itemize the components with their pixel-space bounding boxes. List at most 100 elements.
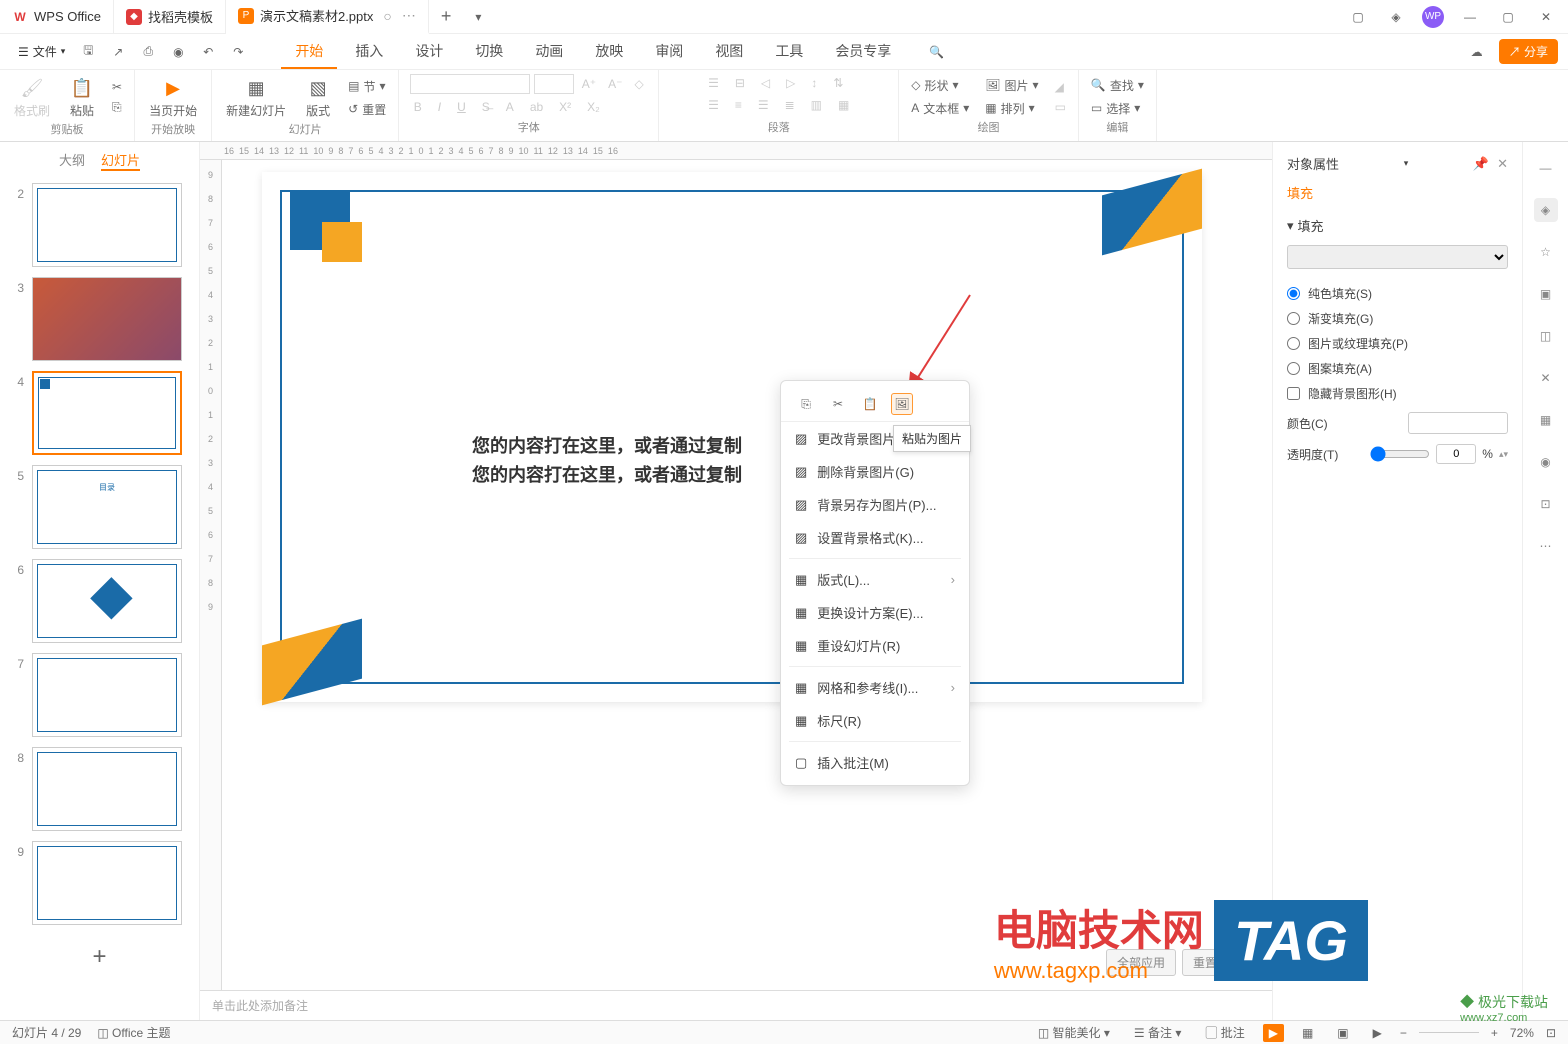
zoom-in-icon[interactable]: + bbox=[1491, 1026, 1498, 1040]
cube-icon[interactable]: ◈ bbox=[1384, 5, 1408, 29]
tab-close-icon[interactable]: ⋯ bbox=[402, 7, 416, 24]
sorter-view-icon[interactable]: ▦ bbox=[1296, 1024, 1319, 1042]
select-button[interactable]: ▭ 选择 ▾ bbox=[1087, 98, 1148, 119]
search-icon[interactable]: 🔍 bbox=[929, 45, 944, 59]
layout-button[interactable]: ▧版式 bbox=[300, 74, 336, 121]
pin-icon[interactable]: 📌 bbox=[1473, 156, 1489, 172]
slides-tab[interactable]: 幻灯片 bbox=[101, 150, 140, 171]
subscript-icon[interactable]: X₂ bbox=[583, 98, 604, 116]
save-icon[interactable]: 🖫 bbox=[77, 41, 99, 63]
bullets-icon[interactable]: ☰ bbox=[704, 74, 723, 92]
new-tab-button[interactable]: + bbox=[429, 6, 464, 27]
user-avatar[interactable]: WP bbox=[1422, 6, 1444, 28]
format-brush-button[interactable]: 🖌格式刷 bbox=[8, 74, 56, 121]
indent-inc-icon[interactable]: ▷ bbox=[782, 74, 799, 92]
redo-icon[interactable]: ↷ bbox=[227, 41, 249, 63]
close-panel-icon[interactable]: ✕ bbox=[1497, 156, 1508, 172]
reset-button[interactable]: ↺ 重置 bbox=[344, 99, 390, 120]
ctx-layout[interactable]: ▦版式(L)...› bbox=[781, 563, 969, 596]
font-size[interactable] bbox=[534, 74, 574, 94]
normal-view-icon[interactable]: ▶ bbox=[1263, 1024, 1284, 1042]
ctx-delete-bg[interactable]: ▨删除背景图片(G) bbox=[781, 455, 969, 488]
tool-template-icon[interactable]: ◫ bbox=[1534, 324, 1558, 348]
superscript-icon[interactable]: X² bbox=[555, 98, 575, 116]
paste-as-image-icon[interactable]: 🖼 bbox=[891, 393, 913, 415]
zoom-level[interactable]: 72% bbox=[1510, 1026, 1534, 1040]
text-align-icon[interactable]: ▦ bbox=[834, 96, 853, 114]
stepper-icon[interactable]: ▴▾ bbox=[1499, 449, 1508, 460]
line-spacing-icon[interactable]: ↕ bbox=[807, 74, 821, 92]
numbering-icon[interactable]: ⊟ bbox=[731, 74, 749, 92]
justify-icon[interactable]: ≣ bbox=[781, 96, 799, 114]
slide-thumb[interactable] bbox=[32, 277, 182, 361]
print-icon[interactable]: ⎙ bbox=[137, 41, 159, 63]
picture-fill-radio[interactable]: 图片或纹理填充(P) bbox=[1287, 335, 1508, 352]
slide-thumb[interactable] bbox=[32, 559, 182, 643]
menu-tab-start[interactable]: 开始 bbox=[281, 35, 337, 69]
slide-thumb[interactable] bbox=[32, 747, 182, 831]
font-color-icon[interactable]: A bbox=[502, 98, 518, 116]
maximize-button[interactable]: ▢ bbox=[1496, 5, 1520, 29]
panel-icon[interactable]: ▢ bbox=[1346, 5, 1370, 29]
indent-dec-icon[interactable]: ◁ bbox=[757, 74, 774, 92]
highlight-icon[interactable]: ab bbox=[526, 98, 547, 116]
opacity-value[interactable] bbox=[1436, 444, 1476, 464]
more-icon[interactable]: ⋯ bbox=[1534, 534, 1558, 558]
file-menu[interactable]: ☰ 文件 ▾ bbox=[10, 39, 73, 64]
collapse-icon[interactable]: — bbox=[1534, 156, 1558, 180]
slideshow-icon[interactable]: ▶ bbox=[1367, 1024, 1388, 1042]
notes-button[interactable]: ☰ 备注 ▾ bbox=[1128, 1022, 1187, 1043]
bold-icon[interactable]: B bbox=[410, 98, 426, 116]
opacity-slider[interactable] bbox=[1370, 446, 1430, 462]
outline-tab[interactable]: 大纲 bbox=[59, 150, 85, 171]
menu-tab-slideshow[interactable]: 放映 bbox=[581, 35, 637, 69]
zoom-out-icon[interactable]: − bbox=[1400, 1026, 1407, 1040]
slide-editor[interactable]: 您的内容打在这里，或者通过复制 您的内容打在这里，或者通过复制 bbox=[222, 160, 1272, 990]
paste-button[interactable]: 📋粘贴 bbox=[64, 74, 100, 121]
cloud-icon[interactable]: ☁ bbox=[1465, 40, 1489, 64]
tab-wps-home[interactable]: W WPS Office bbox=[0, 0, 114, 34]
cut-icon[interactable]: ✂ bbox=[827, 393, 849, 415]
increase-font-icon[interactable]: A⁺ bbox=[578, 75, 600, 93]
align-center-icon[interactable]: ≡ bbox=[731, 96, 746, 114]
reset-bg-button[interactable]: 重置背景 bbox=[1182, 949, 1252, 976]
menu-tab-member[interactable]: 会员专享 bbox=[821, 35, 905, 69]
slide-thumb[interactable] bbox=[32, 841, 182, 925]
ctx-format-bg[interactable]: ▨设置背景格式(K)... bbox=[781, 521, 969, 554]
add-slide-button[interactable]: + bbox=[10, 935, 189, 979]
underline-icon[interactable]: U bbox=[453, 98, 470, 116]
menu-tab-review[interactable]: 审阅 bbox=[641, 35, 697, 69]
menu-tab-design[interactable]: 设计 bbox=[401, 35, 457, 69]
current-slide[interactable]: 您的内容打在这里，或者通过复制 您的内容打在这里，或者通过复制 bbox=[262, 172, 1202, 702]
picture-button[interactable]: 🖼 图片 ▾ bbox=[981, 75, 1042, 96]
ctx-save-bg[interactable]: ▨背景另存为图片(P)... bbox=[781, 488, 969, 521]
tab-pin-icon[interactable]: ○ bbox=[383, 8, 391, 24]
menu-tab-transition[interactable]: 切换 bbox=[461, 35, 517, 69]
shapes-button[interactable]: ◇ 形状 ▾ bbox=[907, 75, 973, 96]
tool-present-icon[interactable]: ▣ bbox=[1534, 282, 1558, 306]
slide-thumb[interactable] bbox=[32, 653, 182, 737]
tool-more-icon[interactable]: ⊡ bbox=[1534, 492, 1558, 516]
ctx-grid[interactable]: ▦网格和参考线(I)...› bbox=[781, 671, 969, 704]
menu-tab-view[interactable]: 视图 bbox=[701, 35, 757, 69]
menu-tab-tools[interactable]: 工具 bbox=[761, 35, 817, 69]
fill-section-toggle[interactable]: ▾ 填充 bbox=[1287, 216, 1508, 235]
tool-layout-icon[interactable]: ▦ bbox=[1534, 408, 1558, 432]
reading-view-icon[interactable]: ▣ bbox=[1331, 1024, 1354, 1042]
beautify-button[interactable]: ◫ 智能美化 ▾ bbox=[1032, 1022, 1116, 1043]
menu-tab-insert[interactable]: 插入 bbox=[341, 35, 397, 69]
tab-menu-button[interactable]: ▾ bbox=[463, 10, 493, 24]
fill-color-icon[interactable]: ◢ bbox=[1051, 78, 1070, 96]
color-picker[interactable] bbox=[1408, 412, 1508, 434]
notes-area[interactable]: 单击此处添加备注 bbox=[200, 990, 1272, 1020]
tool-object-icon[interactable]: ◉ bbox=[1534, 450, 1558, 474]
fill-type-select[interactable] bbox=[1287, 245, 1508, 269]
new-slide-button[interactable]: ▦新建幻灯片 bbox=[220, 74, 292, 121]
find-button[interactable]: 🔍 查找 ▾ bbox=[1087, 75, 1148, 96]
minimize-button[interactable]: — bbox=[1458, 5, 1482, 29]
align-right-icon[interactable]: ☰ bbox=[754, 96, 773, 114]
copy-icon[interactable]: ⎘ bbox=[795, 393, 817, 415]
play-from-current-button[interactable]: ▶当页开始 bbox=[143, 74, 203, 121]
close-button[interactable]: ✕ bbox=[1534, 5, 1558, 29]
pattern-fill-radio[interactable]: 图案填充(A) bbox=[1287, 360, 1508, 377]
